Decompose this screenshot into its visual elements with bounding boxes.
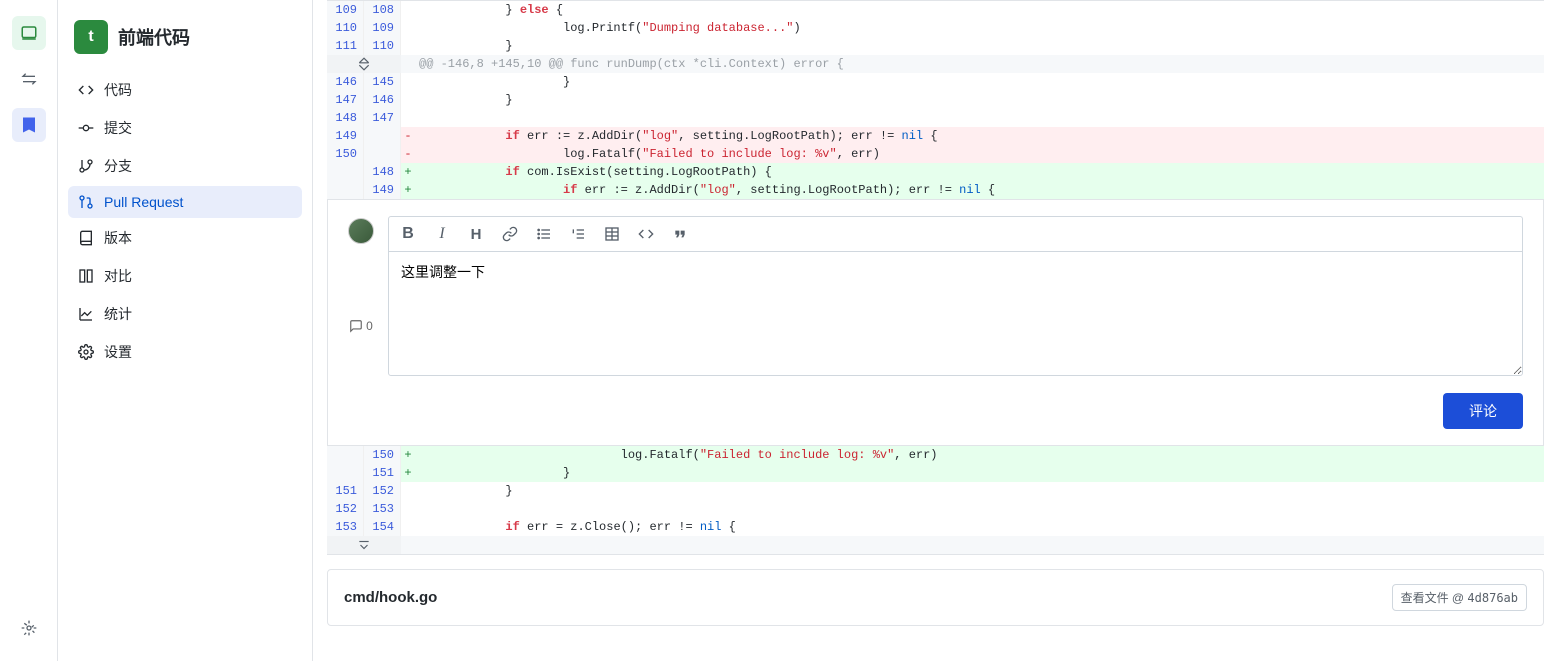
diff-line[interactable]: 148+ if com.IsExist(setting.LogRootPath)… [327, 163, 1544, 181]
diff-line[interactable]: 149- if err := z.AddDir("log", setting.L… [327, 127, 1544, 145]
diff-line[interactable]: 149+ if err := z.AddDir("log", setting.L… [327, 181, 1544, 199]
new-line-num: 150 [364, 446, 401, 464]
bold-icon[interactable]: B [399, 225, 417, 243]
list-ul-icon[interactable] [535, 225, 553, 243]
link-icon[interactable] [501, 225, 519, 243]
old-line-num [327, 446, 364, 464]
sidebar-label: 对比 [104, 266, 132, 286]
list-ol-icon[interactable] [569, 225, 587, 243]
sidebar-item-stats[interactable]: 统计 [68, 296, 302, 332]
comment-form: 0 B I H 评论 [327, 200, 1544, 446]
sidebar-label: 设置 [104, 342, 132, 362]
sidebar-item-code[interactable]: 代码 [68, 72, 302, 108]
old-line-num: 111 [327, 37, 364, 55]
old-line-num [327, 181, 364, 199]
sidebar-label: 版本 [104, 228, 132, 248]
expand-row [327, 536, 1544, 554]
diff-line[interactable]: 152153 [327, 500, 1544, 518]
old-line-num: 153 [327, 518, 364, 536]
diff-line[interactable]: 151152 } [327, 482, 1544, 500]
submit-comment-button[interactable]: 评论 [1443, 393, 1523, 429]
new-line-num: 145 [364, 73, 401, 91]
old-line-num: 148 [327, 109, 364, 127]
diff-line[interactable]: 150- log.Fatalf("Failed to include log: … [327, 145, 1544, 163]
rail-swap-icon[interactable] [12, 62, 46, 96]
view-file-link[interactable]: 查看文件 @ 4d876ab [1392, 584, 1527, 611]
new-line-num: 152 [364, 482, 401, 500]
repo-title: 前端代码 [118, 24, 190, 50]
old-line-num: 149 [327, 127, 364, 145]
new-line-num: 147 [364, 109, 401, 127]
new-line-num: 154 [364, 518, 401, 536]
main-content: 109108 } else {110109 log.Printf("Dumpin… [313, 0, 1558, 661]
comment-textarea[interactable] [388, 251, 1523, 376]
new-line-num: 109 [364, 19, 401, 37]
old-line-num: 150 [327, 145, 364, 163]
sidebar-label: 分支 [104, 156, 132, 176]
repo-badge: t [74, 20, 108, 54]
sidebar-label: 提交 [104, 118, 132, 138]
table-icon[interactable] [603, 225, 621, 243]
old-line-num [327, 464, 364, 482]
new-line-num: 153 [364, 500, 401, 518]
quote-icon[interactable] [671, 225, 689, 243]
heading-icon[interactable]: H [467, 225, 485, 243]
repo-header: t 前端代码 [68, 16, 302, 72]
new-line-num [364, 127, 401, 145]
italic-icon[interactable]: I [433, 225, 451, 243]
file-header: cmd/hook.go 查看文件 @ 4d876ab [327, 569, 1544, 626]
new-line-num: 148 [364, 163, 401, 181]
sidebar-item-commits[interactable]: 提交 [68, 110, 302, 146]
sidebar-item-pull-request[interactable]: Pull Request [68, 186, 302, 218]
diff-line[interactable]: 151+ } [327, 464, 1544, 482]
editor-toolbar: B I H [388, 216, 1523, 251]
sidebar-item-settings[interactable]: 设置 [68, 334, 302, 370]
new-line-num [364, 145, 401, 163]
old-line-num: 109 [327, 1, 364, 19]
app-rail [0, 0, 58, 661]
diff-line[interactable]: 147146 } [327, 91, 1544, 109]
expand-icon[interactable] [327, 55, 401, 73]
old-line-num: 146 [327, 73, 364, 91]
file-name: cmd/hook.go [344, 589, 437, 606]
diff-line[interactable]: 150+ log.Fatalf("Failed to include log: … [327, 446, 1544, 464]
sidebar-label: 统计 [104, 304, 132, 324]
sidebar: t 前端代码 代码 提交 分支 Pull Request 版本 [58, 0, 313, 661]
comment-count: 0 [349, 319, 373, 333]
rail-home-icon[interactable] [12, 16, 46, 50]
sidebar-label: Pull Request [104, 194, 183, 210]
old-line-num: 151 [327, 482, 364, 500]
sidebar-item-compare[interactable]: 对比 [68, 258, 302, 294]
new-line-num: 108 [364, 1, 401, 19]
rail-settings-icon[interactable] [12, 611, 46, 645]
sidebar-label: 代码 [104, 80, 132, 100]
diff-line[interactable]: 146145 } [327, 73, 1544, 91]
expand-down-icon[interactable] [327, 536, 401, 554]
diff-line[interactable]: 109108 } else { [327, 1, 1544, 19]
old-line-num: 152 [327, 500, 364, 518]
sidebar-item-branches[interactable]: 分支 [68, 148, 302, 184]
old-line-num [327, 163, 364, 181]
hunk-header-row: @@ -146,8 +145,10 @@ func runDump(ctx *c… [327, 55, 1544, 73]
sidebar-item-releases[interactable]: 版本 [68, 220, 302, 256]
diff-line[interactable]: 110109 log.Printf("Dumping database...") [327, 19, 1544, 37]
diff-line[interactable]: 148147 [327, 109, 1544, 127]
old-line-num: 147 [327, 91, 364, 109]
diff-line[interactable]: 153154 if err = z.Close(); err != nil { [327, 518, 1544, 536]
diff-view-continued: 150+ log.Fatalf("Failed to include log: … [327, 446, 1544, 555]
diff-view: 109108 } else {110109 log.Printf("Dumpin… [327, 0, 1544, 200]
rail-repo-icon[interactable] [12, 108, 46, 142]
new-line-num: 151 [364, 464, 401, 482]
new-line-num: 146 [364, 91, 401, 109]
user-avatar[interactable] [348, 218, 374, 244]
hunk-header-text: @@ -146,8 +145,10 @@ func runDump(ctx *c… [415, 55, 1544, 73]
diff-line[interactable]: 111110 } [327, 37, 1544, 55]
new-line-num: 149 [364, 181, 401, 199]
new-line-num: 110 [364, 37, 401, 55]
old-line-num: 110 [327, 19, 364, 37]
code-icon[interactable] [637, 225, 655, 243]
